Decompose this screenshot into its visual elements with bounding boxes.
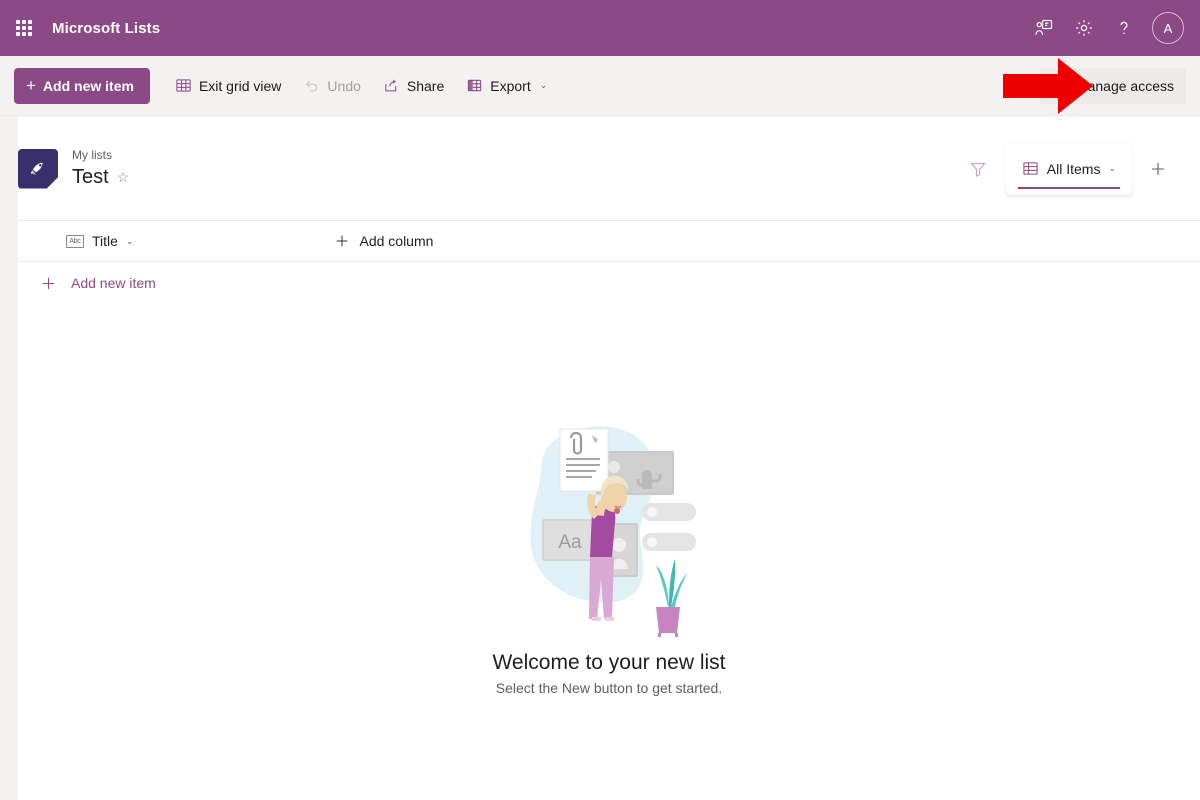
suite-header: Microsoft Lists A [0, 0, 1200, 56]
empty-state: Aa Welcome to your new list Select the N… [18, 407, 1200, 696]
share-label: Share [406, 77, 445, 94]
exit-grid-view-button[interactable]: Exit grid view [164, 68, 292, 104]
plus-icon [42, 277, 55, 289]
view-selector-all-items[interactable]: All Items ⌄ [1005, 142, 1132, 195]
lists-app-window: Microsoft Lists A + Add new item Exit gr… [0, 0, 1200, 800]
breadcrumb: My lists Test ☆ [72, 147, 129, 190]
left-gutter [0, 117, 18, 800]
suite-header-actions: A [1024, 0, 1200, 56]
chevron-down-icon: ⌄ [539, 80, 548, 90]
meet-now-icon[interactable] [1024, 4, 1064, 52]
plus-icon [337, 235, 348, 247]
grid-add-new-item-row[interactable]: Add new item [18, 262, 1200, 304]
plus-icon: + [26, 76, 36, 95]
export-label: Export [490, 77, 531, 94]
manage-access-button[interactable]: Manage access [1039, 67, 1186, 104]
person-icon [1054, 79, 1066, 92]
list-view-icon [1023, 162, 1038, 175]
avatar[interactable]: A [1144, 4, 1192, 52]
breadcrumb-my-lists[interactable]: My lists [72, 147, 129, 163]
undo-icon [306, 80, 318, 92]
undo-button: Undo [292, 68, 371, 104]
add-new-item-button[interactable]: + Add new item [14, 67, 150, 104]
add-new-item-label: Add new item [42, 77, 134, 94]
rocket-glyph [30, 162, 43, 176]
share-icon [385, 79, 397, 92]
undo-label: Undo [327, 77, 361, 94]
export-button[interactable]: Export ⌄ [455, 68, 558, 104]
app-launcher-waffle-icon[interactable] [0, 0, 48, 56]
list-rocket-icon [18, 148, 58, 189]
waffle-grid [16, 20, 32, 36]
list-identity: My lists Test ☆ [18, 147, 129, 190]
avatar-initial: A [1152, 12, 1184, 44]
empty-state-subtitle: Select the New button to get started. [495, 680, 723, 696]
command-bar: + Add new item Exit grid view Undo Share… [0, 56, 1200, 116]
page-title: Test [72, 166, 109, 188]
plus-icon [1152, 162, 1164, 175]
grid-column-header-row: Abc Title ⌄ Add column [18, 220, 1200, 262]
svg-text:Aa: Aa [558, 532, 582, 553]
column-header-title-label: Title [92, 233, 118, 249]
view-controls: All Items ⌄ [958, 142, 1178, 195]
column-header-title[interactable]: Abc Title ⌄ [18, 233, 133, 249]
empty-state-illustration: Aa [530, 426, 696, 637]
text-column-type-icon: Abc [66, 234, 84, 248]
add-column-button[interactable]: Add column [334, 233, 433, 249]
list-header: My lists Test ☆ All Items ⌄ [18, 117, 1200, 220]
empty-state-title: Welcome to your new list [492, 651, 726, 674]
view-active-underline [1017, 186, 1120, 189]
view-name-label: All Items [1046, 160, 1101, 177]
share-button[interactable]: Share [372, 68, 455, 104]
suite-app-title[interactable]: Microsoft Lists [52, 20, 160, 37]
chevron-down-icon: ⌄ [1108, 163, 1116, 173]
help-icon[interactable] [1104, 4, 1144, 52]
title-row: Test ☆ [72, 164, 129, 190]
grid-icon [176, 79, 191, 92]
list-page-surface: My lists Test ☆ All Items ⌄ Abc Title ⌄ … [18, 117, 1200, 800]
add-view-button[interactable] [1138, 149, 1178, 189]
manage-access-label: Manage access [1075, 77, 1174, 94]
settings-gear-icon[interactable] [1064, 4, 1104, 52]
chevron-down-icon: ⌄ [125, 235, 134, 246]
funnel-glyph [969, 162, 986, 177]
favorite-star-icon[interactable]: ☆ [117, 170, 130, 184]
export-icon [468, 79, 482, 92]
exit-grid-view-label: Exit grid view [198, 77, 282, 94]
grid-add-new-item-label: Add new item [71, 275, 156, 291]
filter-icon[interactable] [958, 149, 998, 189]
add-column-label: Add column [359, 233, 434, 249]
